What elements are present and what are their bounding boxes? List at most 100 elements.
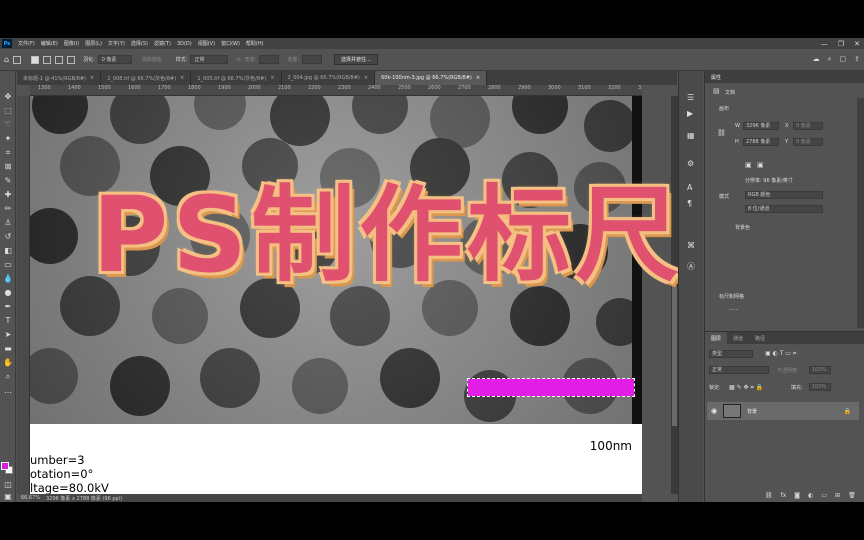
menu-image[interactable]: 图像(I)	[61, 40, 82, 47]
grid-options-icon[interactable]: ⋯⋯	[729, 307, 739, 313]
zoom-tool-icon[interactable]: ⌕	[2, 371, 14, 383]
foreground-color-swatch[interactable]	[1, 462, 9, 470]
layer-kind-filter[interactable]: 类型	[709, 350, 753, 358]
menu-view[interactable]: 视图(V)	[195, 40, 218, 47]
adjustment-layer-icon[interactable]: ◐	[808, 492, 813, 499]
link-layers-icon[interactable]: ⛓	[765, 492, 773, 499]
history-panel-icon[interactable]: ☰	[687, 93, 694, 102]
lasso-tool-icon[interactable]: ➰	[2, 119, 14, 131]
blend-mode-select[interactable]: 正常	[709, 366, 769, 374]
height-input[interactable]	[302, 55, 323, 64]
filter-icons[interactable]: ▣ ◐ T ▭ ⌗	[765, 350, 796, 358]
document-tab[interactable]: 60k-100nm-3.jpg @ 66.7%(RGB/8#) ×	[375, 71, 488, 85]
select-and-mask-button[interactable]: 选择并遮住...	[334, 54, 378, 65]
menu-layer[interactable]: 图层(L)	[82, 40, 105, 47]
zoom-level[interactable]: 66.67%	[21, 495, 40, 501]
history-brush-icon[interactable]: ↺	[2, 231, 14, 243]
properties-header[interactable]: 属性	[705, 71, 864, 83]
fx-icon[interactable]: fx	[781, 492, 787, 499]
crop-tool-icon[interactable]: ⌗	[2, 147, 14, 159]
menu-help[interactable]: 帮助(H)	[243, 40, 267, 47]
document-tab[interactable]: 2_008.tif @ 66.7%(灰色/8#) ×	[101, 71, 192, 85]
tab-channels[interactable]: 通道	[727, 332, 749, 344]
canvas-section-title[interactable]: 画布	[719, 105, 729, 112]
eyedropper-tool-icon[interactable]: ✎	[2, 175, 14, 187]
visibility-eye-icon[interactable]: ◉	[711, 407, 717, 415]
bit-depth-select[interactable]: 8 位/通道	[745, 205, 823, 213]
home-icon[interactable]: ⌂	[4, 55, 9, 64]
more-tools-icon[interactable]: …	[2, 385, 14, 397]
width-field[interactable]: 3296 像素	[743, 122, 779, 130]
properties-scrollbar[interactable]	[857, 98, 864, 328]
new-selection-icon[interactable]	[31, 55, 40, 64]
close-tab-icon[interactable]: ×	[364, 75, 368, 81]
frame-tool-icon[interactable]: ⊠	[2, 161, 14, 173]
actions-panel-icon[interactable]: ▶	[687, 109, 693, 118]
mode-select[interactable]: RGB 颜色	[745, 191, 823, 199]
height-field[interactable]: 2788 像素	[743, 138, 779, 146]
menu-edit[interactable]: 编辑(E)	[38, 40, 61, 47]
landscape-icon[interactable]: ▣	[757, 161, 764, 169]
add-selection-icon[interactable]	[43, 55, 52, 64]
fill-field[interactable]: 100%	[809, 383, 831, 391]
brush-tool-icon[interactable]: ✏	[2, 203, 14, 215]
menu-file[interactable]: 文件(F)	[15, 40, 38, 47]
close-tab-icon[interactable]: ×	[180, 75, 184, 81]
new-group-icon[interactable]: ▭	[821, 492, 827, 499]
shape-tool-icon[interactable]: ▬	[2, 343, 14, 355]
vertical-scroll-thumb[interactable]	[672, 286, 677, 426]
hand-tool-icon[interactable]: ✋	[2, 357, 14, 369]
subtract-selection-icon[interactable]	[55, 55, 64, 64]
pen-tool-icon[interactable]: ✒	[2, 301, 14, 313]
search-icon[interactable]: ⌕	[828, 55, 832, 64]
workspace-icon[interactable]: ▢	[840, 55, 847, 64]
swap-icon[interactable]: ⇄	[236, 57, 240, 63]
width-input[interactable]	[259, 55, 280, 64]
opacity-field[interactable]: 100%	[809, 366, 831, 374]
document-tab[interactable]: 1_005.tif @ 66.7%(灰色/8#) ×	[191, 71, 282, 85]
dodge-tool-icon[interactable]: ●	[2, 287, 14, 299]
lock-icons[interactable]: ▦ ✎ ✥ ⌗ 🔒	[729, 384, 763, 392]
adjust-panel-icon[interactable]: ⚙	[687, 159, 694, 168]
screen-mode-icon[interactable]: ▣	[2, 491, 14, 502]
magic-wand-tool-icon[interactable]: ✦	[2, 133, 14, 145]
portrait-icon[interactable]: ▣	[745, 161, 752, 169]
new-layer-icon[interactable]: ⊞	[835, 492, 840, 499]
info-panel-icon[interactable]: Ⓐ	[687, 261, 695, 272]
marquee-tool-icon[interactable]: ⬚	[2, 105, 14, 117]
add-mask-icon[interactable]: ◙	[794, 492, 800, 499]
minimize-button[interactable]: —	[821, 40, 828, 48]
restore-button[interactable]: ❐	[838, 40, 844, 48]
paragraph-panel-icon[interactable]: ¶	[687, 199, 692, 208]
y-field[interactable]: 0 像素	[793, 138, 823, 146]
tab-layers[interactable]: 图层	[705, 332, 728, 344]
close-tab-icon[interactable]: ×	[90, 75, 94, 81]
layer-name[interactable]: 背景	[747, 408, 757, 415]
delete-layer-icon[interactable]: 🗑	[848, 492, 856, 499]
swatches-panel-icon[interactable]: ▦	[687, 131, 695, 140]
scale-bar-selection[interactable]	[467, 378, 635, 397]
feather-input[interactable]: 0 像素	[97, 55, 132, 64]
healing-tool-icon[interactable]: ✚	[2, 189, 14, 201]
glyphs-panel-icon[interactable]: ⌘	[687, 241, 695, 250]
marquee-preset-icon[interactable]	[13, 55, 22, 64]
menu-window[interactable]: 窗口(W)	[218, 40, 243, 47]
share-icon[interactable]: ⇪	[854, 55, 860, 64]
antialias-label[interactable]: 消除锯齿	[142, 56, 162, 63]
x-field[interactable]: 0 像素	[793, 122, 823, 130]
document-tab[interactable]: 2_004.jpg @ 66.7%(RGB/8#) ×	[282, 71, 376, 85]
menu-select[interactable]: 选择(S)	[128, 40, 151, 47]
document-tab[interactable]: 未标题-1 @ 41%(RGB/8#) ×	[17, 71, 102, 85]
vertical-ruler[interactable]	[17, 96, 30, 494]
layer-row-background[interactable]: ◉ 背景 🔒	[707, 402, 859, 420]
menu-type[interactable]: 文字(Y)	[105, 40, 128, 47]
link-icon[interactable]: ⛓	[717, 129, 726, 137]
stamp-tool-icon[interactable]: ♙	[2, 217, 14, 229]
move-tool-icon[interactable]: ✥	[2, 91, 14, 103]
type-tool-icon[interactable]: T	[2, 315, 14, 327]
character-panel-icon[interactable]: A	[687, 183, 692, 192]
rulers-grids-section[interactable]: 标尺和网格	[719, 293, 744, 300]
blur-tool-icon[interactable]: 💧	[2, 273, 14, 285]
menu-filter[interactable]: 滤镜(T)	[151, 40, 174, 47]
intersect-selection-icon[interactable]	[67, 55, 76, 64]
